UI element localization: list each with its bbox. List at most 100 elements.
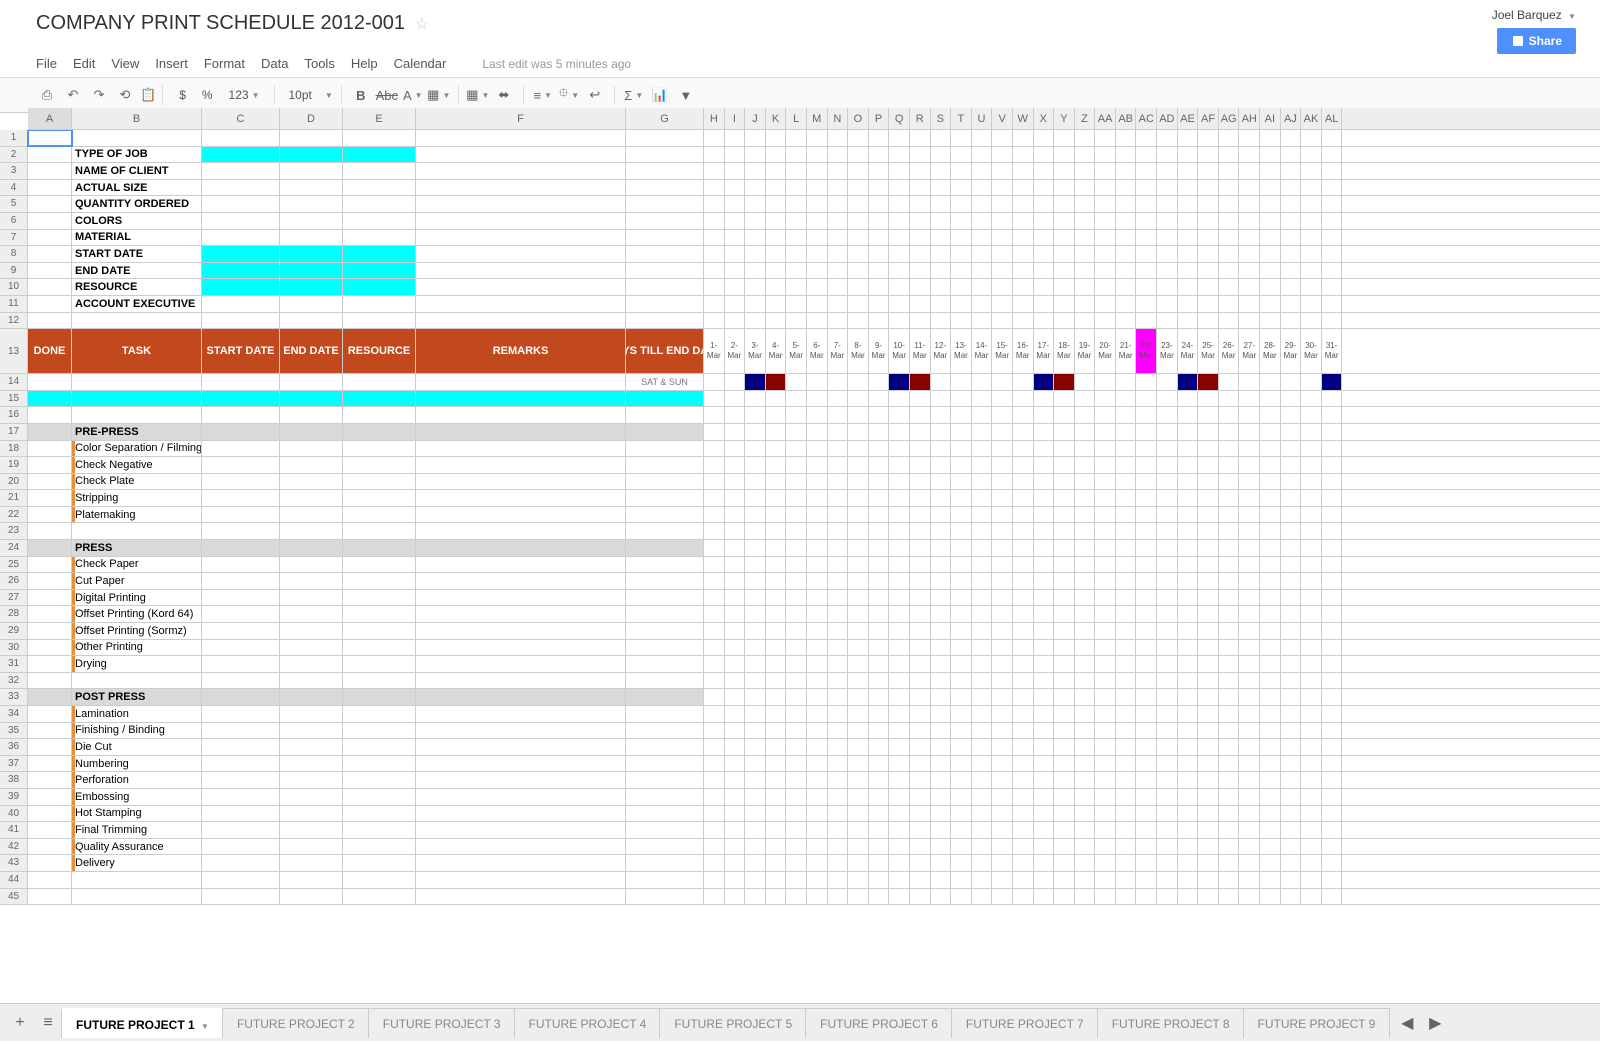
cell[interactable] (28, 313, 72, 329)
cell[interactable] (1157, 507, 1178, 523)
cell[interactable] (1116, 723, 1137, 739)
cell[interactable] (1013, 540, 1034, 556)
cell[interactable] (1198, 590, 1219, 606)
cell[interactable] (745, 246, 766, 262)
date-header[interactable]: 24-Mar (1178, 329, 1199, 373)
cell[interactable] (828, 689, 849, 705)
cell[interactable] (951, 147, 972, 163)
cell[interactable] (1239, 557, 1260, 573)
cell[interactable] (28, 756, 72, 772)
cell[interactable] (951, 872, 972, 888)
cell[interactable] (202, 606, 280, 622)
cell[interactable] (1034, 706, 1055, 722)
cell[interactable] (416, 490, 626, 506)
cell[interactable] (28, 822, 72, 838)
cell[interactable] (416, 374, 626, 390)
cell[interactable] (1301, 689, 1322, 705)
cell[interactable] (869, 424, 890, 440)
cell[interactable] (1054, 789, 1075, 805)
cell[interactable] (416, 673, 626, 689)
date-header[interactable]: 11-Mar (910, 329, 931, 373)
col-AD[interactable]: AD (1157, 108, 1178, 129)
cell[interactable] (202, 839, 280, 855)
cell[interactable] (1281, 806, 1302, 822)
cell[interactable] (1075, 424, 1096, 440)
cell[interactable] (992, 606, 1013, 622)
cell[interactable] (1034, 573, 1055, 589)
cell[interactable] (280, 673, 343, 689)
cell[interactable] (848, 523, 869, 539)
cell[interactable] (202, 391, 280, 407)
cell[interactable] (766, 507, 787, 523)
cell[interactable] (745, 872, 766, 888)
cell[interactable] (1239, 180, 1260, 196)
cell[interactable] (1034, 756, 1055, 772)
cell[interactable] (828, 739, 849, 755)
cell[interactable] (1281, 424, 1302, 440)
cell[interactable] (28, 474, 72, 490)
cell[interactable] (1013, 424, 1034, 440)
cell[interactable] (704, 296, 725, 312)
cell[interactable] (1116, 872, 1137, 888)
cell[interactable] (1301, 739, 1322, 755)
cell[interactable] (626, 180, 704, 196)
cell[interactable] (1075, 739, 1096, 755)
cell[interactable] (1198, 872, 1219, 888)
cell[interactable] (807, 889, 828, 905)
cell[interactable] (951, 822, 972, 838)
menu-tools[interactable]: Tools (304, 56, 334, 71)
cell[interactable] (951, 263, 972, 279)
cell[interactable] (972, 279, 993, 295)
cell[interactable] (910, 739, 931, 755)
cell[interactable] (1157, 391, 1178, 407)
cell[interactable] (1116, 474, 1137, 490)
cell[interactable] (992, 196, 1013, 212)
cell[interactable] (1260, 147, 1281, 163)
cell[interactable] (1136, 230, 1157, 246)
cell[interactable] (1301, 772, 1322, 788)
cell[interactable] (992, 872, 1013, 888)
row-header[interactable]: 45 (0, 889, 27, 906)
cell[interactable] (626, 839, 704, 855)
cell[interactable] (931, 872, 952, 888)
cell[interactable] (1198, 789, 1219, 805)
cell[interactable] (343, 490, 416, 506)
cell[interactable] (828, 180, 849, 196)
cell[interactable]: END DATE (72, 263, 202, 279)
cell[interactable] (725, 407, 746, 423)
col-E[interactable]: E (343, 108, 416, 129)
cell[interactable] (1260, 822, 1281, 838)
cell[interactable] (1013, 889, 1034, 905)
cell[interactable] (280, 246, 343, 262)
cell[interactable] (972, 230, 993, 246)
cell[interactable] (786, 263, 807, 279)
cell[interactable] (786, 640, 807, 656)
date-header[interactable]: 26-Mar (1219, 329, 1240, 373)
cell[interactable] (1260, 490, 1281, 506)
cell[interactable] (202, 507, 280, 523)
cell[interactable] (416, 689, 626, 705)
cell[interactable] (807, 263, 828, 279)
cell[interactable] (1281, 590, 1302, 606)
cell[interactable] (1198, 723, 1219, 739)
redo-icon[interactable]: ↷ (88, 84, 110, 106)
cell[interactable] (1301, 889, 1322, 905)
cell[interactable] (416, 557, 626, 573)
cell[interactable] (889, 855, 910, 871)
cell[interactable] (1322, 407, 1343, 423)
cell[interactable] (889, 640, 910, 656)
cell[interactable] (786, 839, 807, 855)
cell[interactable] (745, 374, 766, 390)
cell[interactable] (766, 673, 787, 689)
cell[interactable] (910, 296, 931, 312)
cell[interactable] (889, 457, 910, 473)
cell[interactable] (1157, 279, 1178, 295)
cell[interactable] (1013, 180, 1034, 196)
cell[interactable] (725, 723, 746, 739)
cell[interactable] (828, 590, 849, 606)
cell[interactable] (1178, 855, 1199, 871)
cell[interactable] (416, 640, 626, 656)
cell[interactable] (202, 739, 280, 755)
cell[interactable] (202, 230, 280, 246)
date-header[interactable]: 30-Mar (1301, 329, 1322, 373)
